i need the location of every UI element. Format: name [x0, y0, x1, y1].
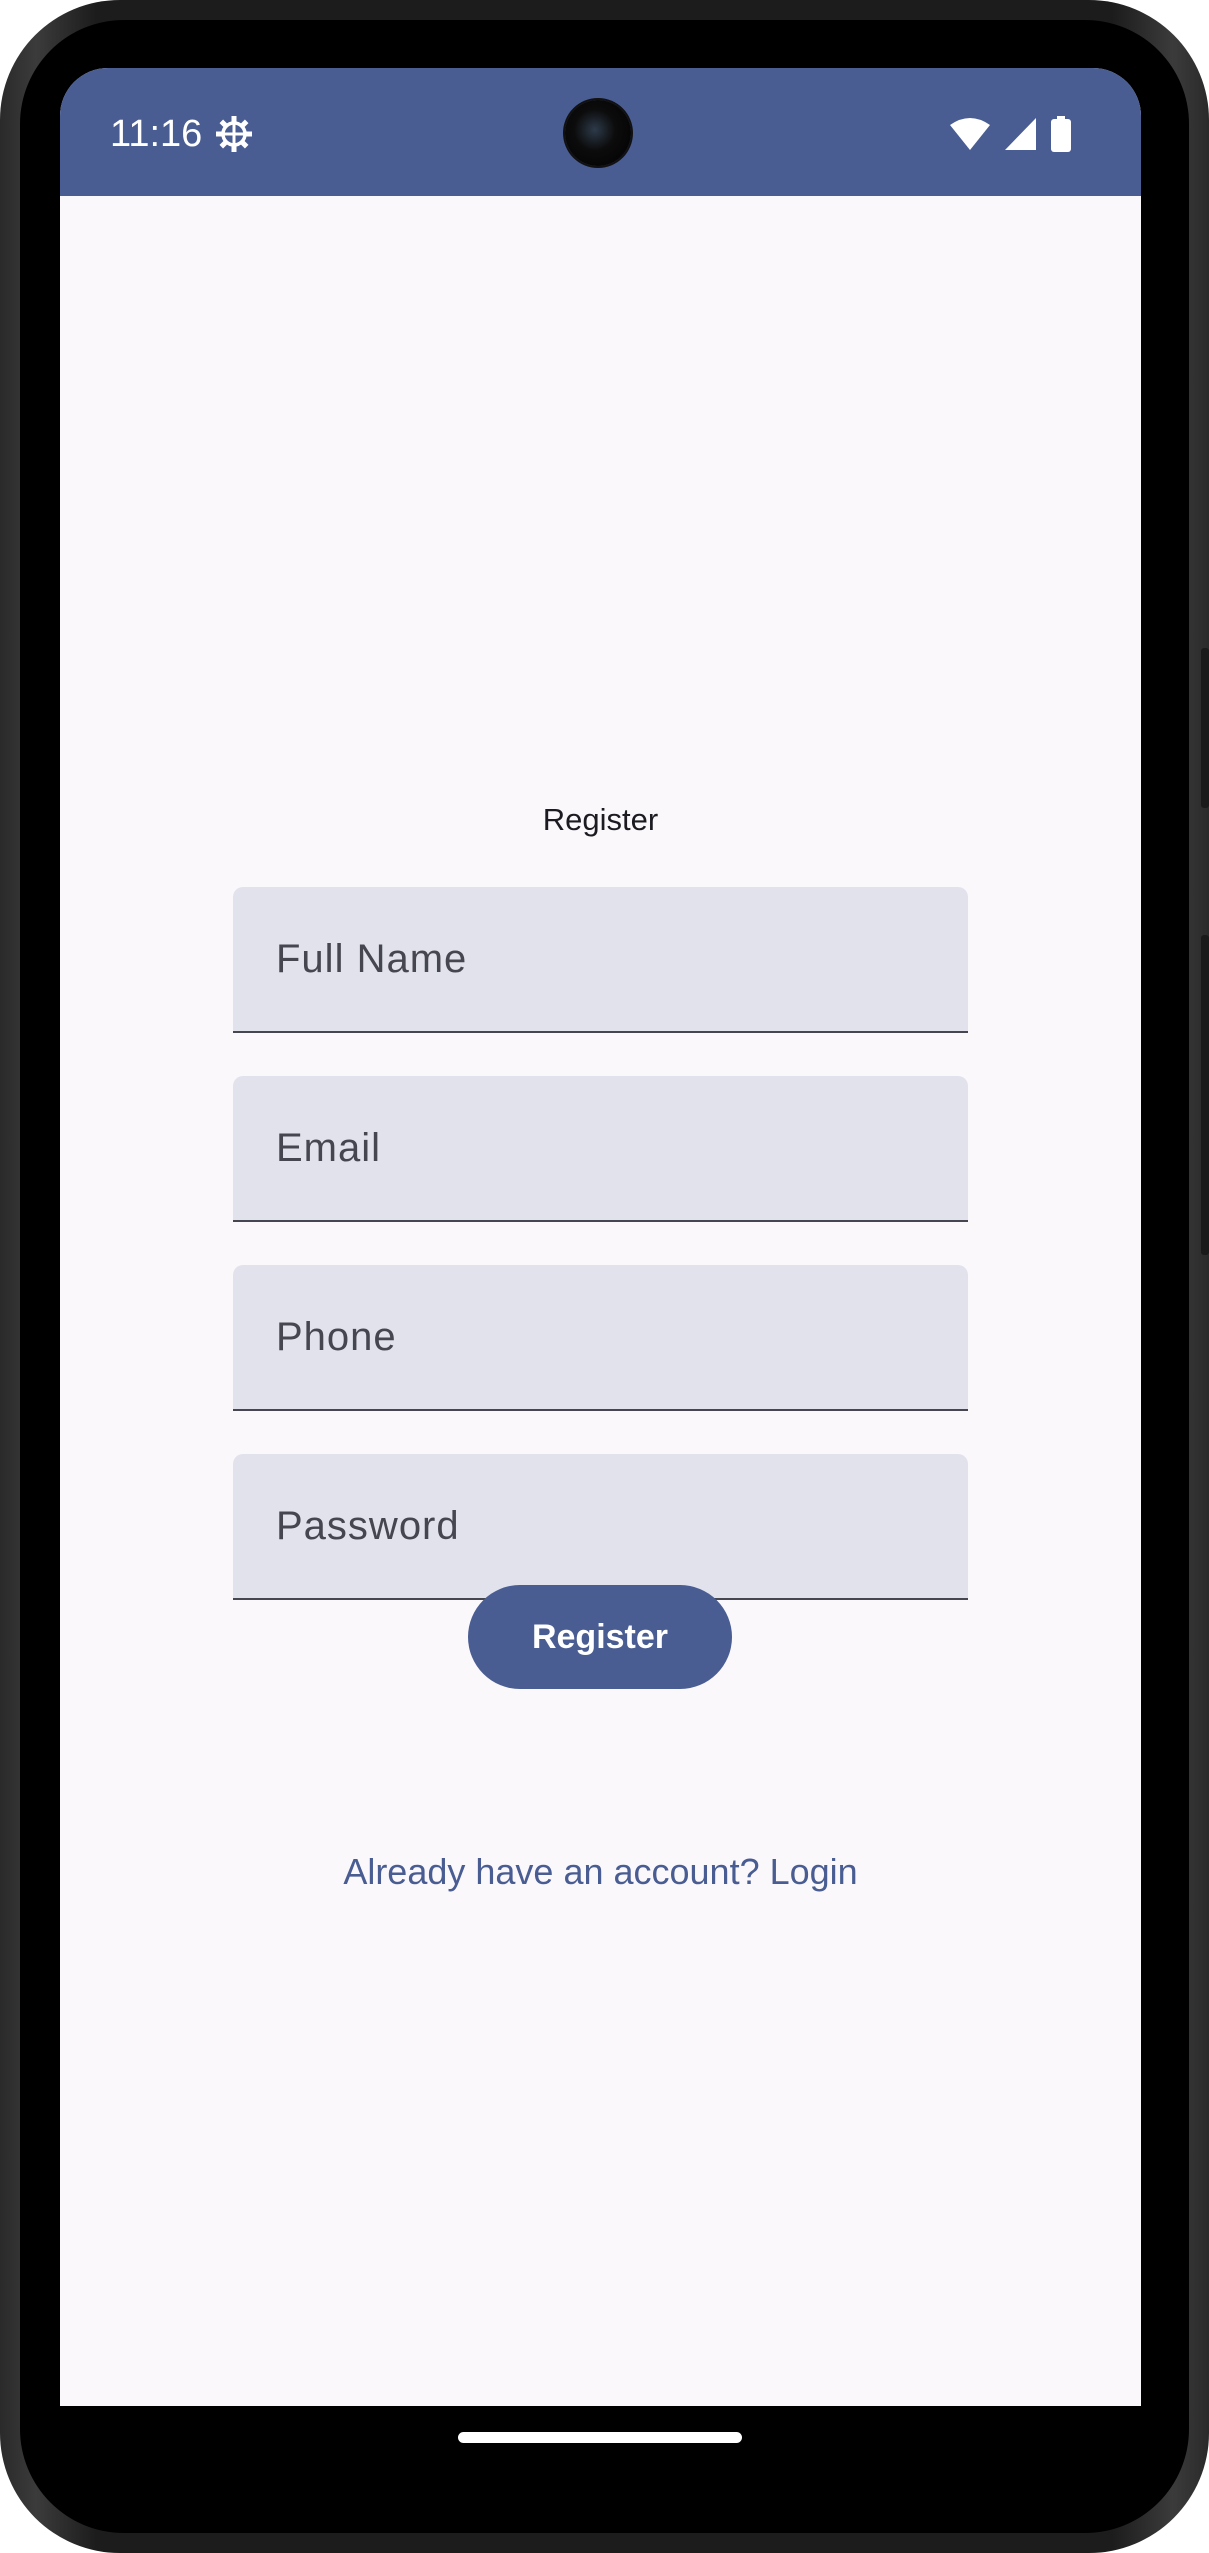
password-input[interactable] — [233, 1454, 968, 1598]
volume-button — [1201, 935, 1209, 1255]
wifi-icon — [950, 118, 990, 150]
cell-signal-icon — [1005, 118, 1036, 150]
navigation-bar — [60, 2406, 1141, 2468]
status-bar: 11:16 — [60, 68, 1141, 196]
screen: 11:16 Register Full Name Email Phone Reg… — [60, 68, 1141, 2468]
email-field[interactable] — [233, 1076, 968, 1222]
phone-input[interactable] — [233, 1265, 968, 1409]
full-name-input[interactable] — [233, 887, 968, 1031]
phone-frame: 11:16 Register Full Name Email Phone Reg… — [0, 0, 1209, 2553]
email-input[interactable] — [233, 1076, 968, 1220]
home-gesture-handle[interactable] — [458, 2432, 742, 2443]
settings-icon — [216, 116, 252, 152]
login-link[interactable]: Already have an account? Login — [60, 1851, 1141, 1893]
status-icons — [949, 114, 1071, 154]
register-form: Register Register Already have an accoun… — [60, 196, 1141, 2468]
power-button — [1201, 648, 1209, 808]
register-button[interactable]: Register — [468, 1585, 732, 1689]
page-title: Register — [542, 802, 659, 837]
battery-icon — [1051, 116, 1071, 152]
password-field[interactable] — [233, 1454, 968, 1600]
status-clock: 11:16 — [110, 113, 203, 155]
full-name-field[interactable] — [233, 887, 968, 1033]
front-camera — [565, 100, 631, 166]
phone-field[interactable] — [233, 1265, 968, 1411]
